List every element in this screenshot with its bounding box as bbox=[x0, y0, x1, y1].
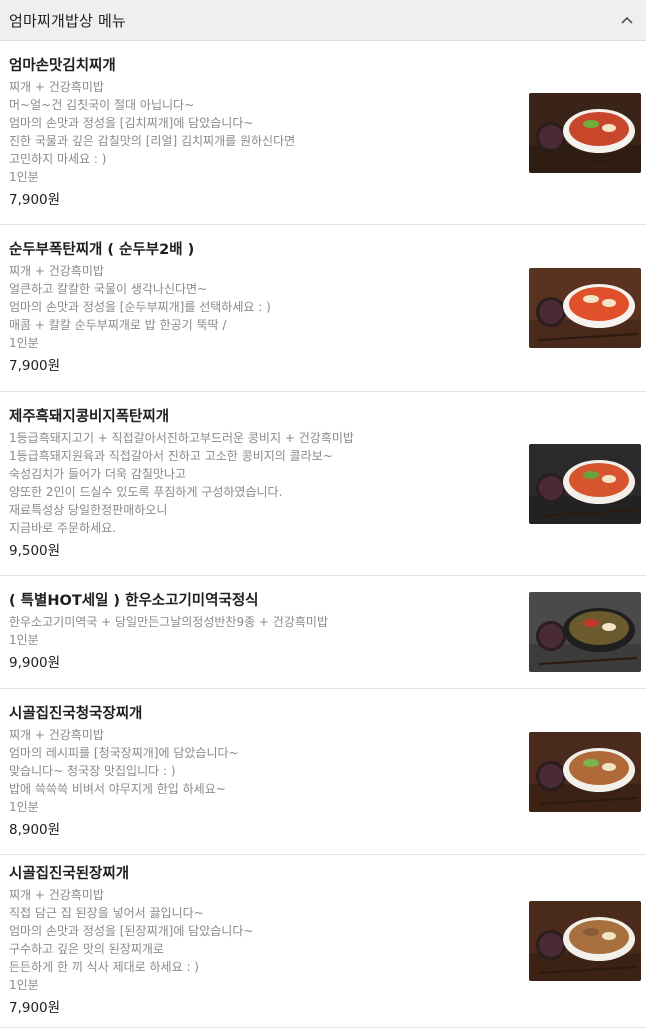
menu-item-description-line: 엄마의 레시피를 [청국장찌개]에 담았습니다~ bbox=[9, 745, 239, 760]
menu-item-price: 7,900원 bbox=[9, 1000, 61, 1016]
menu-item-photo[interactable] bbox=[529, 592, 641, 672]
menu-item-description-line: 맞습니다~ 청국장 맛집입니다 : ) bbox=[9, 763, 176, 778]
menu-item-photo[interactable] bbox=[529, 731, 641, 812]
menu-item[interactable]: 순두부폭탄찌개 ( 순두부2배 ) 찌개 + 건강흑미밥얼큰하고 칼칼한 국물이 … bbox=[0, 225, 646, 392]
menu-section-header[interactable]: 엄마찌개밥상 메뉴 bbox=[0, 0, 646, 41]
menu-item-description-line: 고민하지 마세요 : ) bbox=[9, 151, 107, 166]
menu-item-description-line: 1인분 bbox=[9, 978, 39, 992]
menu-item-description-line: 1등급흑돼지고기 + 직접갈아서진하고부드러운 콩비지 + 건강흑미밥 bbox=[9, 430, 354, 445]
menu-item-description-line: 1인분 bbox=[9, 336, 39, 350]
menu-item-description-line: 머~얼~건 김칫국이 절대 아닙니다~ bbox=[9, 97, 195, 112]
menu-item-price: 8,900원 bbox=[9, 821, 61, 838]
menu-item-price: 9,500원 bbox=[9, 542, 61, 559]
menu-item-description-line: 찌개 + 건강흑미밥 bbox=[9, 79, 104, 94]
menu-item-name: 시골집진국된장찌개 bbox=[9, 866, 130, 882]
menu-item-photo[interactable] bbox=[529, 92, 641, 173]
menu-item[interactable]: ( 특별HOT세일 ) 한우소고기미역국정식한우소고기미역국 + 당일만든그날의… bbox=[0, 576, 646, 689]
menu-item-body: 시골집진국된장찌개찌개 + 건강흑미밥직접 담근 집 된장을 넣어서 끓입니다~… bbox=[9, 864, 529, 1018]
menu-item-name: 시골집진국청국장찌개 bbox=[9, 705, 143, 722]
menu-item[interactable]: 시골집진국된장찌개찌개 + 건강흑미밥직접 담근 집 된장을 넣어서 끓입니다~… bbox=[0, 855, 646, 1028]
menu-item-description-line: 매콤 + 칼칼 순두부찌개로 밥 한공기 뚝딱 / bbox=[9, 318, 227, 332]
menu-section-title: 엄마찌개밥상 메뉴 bbox=[9, 11, 126, 30]
menu-item-name: 제주흑돼지콩비지폭탄찌개 bbox=[9, 408, 170, 425]
menu-item-description-line: 양또한 2인이 드실수 있도록 푸짐하게 구성하였습니다. bbox=[9, 484, 283, 499]
menu-item-body: 순두부폭탄찌개 ( 순두부2배 ) 찌개 + 건강흑미밥얼큰하고 칼칼한 국물이 … bbox=[9, 240, 529, 376]
menu-item-name: ( 특별HOT세일 ) 한우소고기미역국정식 bbox=[9, 593, 259, 609]
menu-item-description-line: 엄마의 손맛과 정성을 [김치찌개]에 담았습니다~ bbox=[9, 115, 254, 130]
menu-item-description-line: 한우소고기미역국 + 당일만든그날의정성반찬9종 + 건강흑미밥 bbox=[9, 615, 329, 629]
menu-item-description-line: 엄마의 손맛과 정성을 [순두부찌개]를 선택하세요 : ) bbox=[9, 300, 271, 314]
menu-item-body: ( 특별HOT세일 ) 한우소고기미역국정식한우소고기미역국 + 당일만든그날의… bbox=[9, 591, 529, 673]
menu-item-description-line: 찌개 + 건강흑미밥 bbox=[9, 888, 104, 902]
menu-item-body: 시골집진국청국장찌개찌개 + 건강흑미밥엄마의 레시피를 [청국장찌개]에 담았… bbox=[9, 704, 529, 840]
menu-item-name: 순두부폭탄찌개 ( 순두부2배 ) bbox=[9, 242, 195, 258]
chevron-up-icon[interactable] bbox=[618, 11, 636, 29]
menu-item[interactable]: 엄마손맛김치찌개찌개 + 건강흑미밥머~얼~건 김칫국이 절대 아닙니다~ 엄마의… bbox=[0, 41, 646, 225]
menu-item-description-line: 1인분 bbox=[9, 799, 39, 814]
menu-item-description-line: 1인분 bbox=[9, 633, 39, 647]
menu-item-body: 엄마손맛김치찌개찌개 + 건강흑미밥머~얼~건 김칫국이 절대 아닙니다~ 엄마의… bbox=[9, 56, 529, 210]
menu-item-description-line: 지금바로 주문하세요. bbox=[9, 520, 116, 535]
menu-item-description-line: 엄마의 손맛과 정성을 [된장찌개]에 담았습니다~ bbox=[9, 924, 254, 938]
menu-item-description-line: 구수하고 깊은 맛의 된장찌개로 bbox=[9, 942, 164, 956]
menu-item-description-line: 숙성김치가 들어가 더욱 감칠맛나고 bbox=[9, 466, 187, 481]
menu-item-description-line: 찌개 + 건강흑미밥 bbox=[9, 727, 104, 742]
menu-item-price: 9,900원 bbox=[9, 655, 61, 671]
menu-item-photo[interactable] bbox=[529, 901, 641, 981]
menu-item[interactable]: 시골집진국청국장찌개찌개 + 건강흑미밥엄마의 레시피를 [청국장찌개]에 담았… bbox=[0, 689, 646, 855]
menu-item-photo[interactable] bbox=[529, 268, 641, 348]
menu-item-price: 7,900원 bbox=[9, 358, 61, 374]
menu-item-name: 엄마손맛김치찌개 bbox=[9, 57, 116, 74]
menu-item-description-line: 얼큰하고 칼칼한 국물이 생각나신다면~ bbox=[9, 282, 208, 296]
menu-item-description-line: 재료특성상 당일한정판매하오니 bbox=[9, 502, 168, 517]
menu-item-description-line: 1등급흑돼지원육과 직접갈아서 진하고 고소한 콩비지의 콜라보~ bbox=[9, 448, 333, 463]
menu-item-description-line: 진한 국물과 깊은 감칠맛의 [리얼] 김치찌개를 원하신다면 bbox=[9, 133, 296, 148]
menu-item-description-line: 찌개 + 건강흑미밥 bbox=[9, 264, 104, 278]
menu-item-photo[interactable] bbox=[529, 443, 641, 524]
menu-item-description-line: 직접 담근 집 된장을 넣어서 끓입니다~ bbox=[9, 906, 204, 920]
menu-item[interactable]: 제주흑돼지콩비지폭탄찌개 1등급흑돼지고기 + 직접갈아서진하고부드러운 콩비지 … bbox=[0, 392, 646, 576]
menu-item-description-line: 든든하게 한 끼 식사 제대로 하세요 : ) bbox=[9, 960, 199, 974]
menu-item-description-line: 밥에 쓱쓱쓱 비벼서 야무지게 한입 하세요~ bbox=[9, 781, 226, 796]
menu-item-body: 제주흑돼지콩비지폭탄찌개 1등급흑돼지고기 + 직접갈아서진하고부드러운 콩비지 … bbox=[9, 407, 529, 561]
menu-list: 엄마손맛김치찌개 찌개 + 건강흑미밥 머~얼~건 김칫국이 절대 아닙니다~ 엄마의… bbox=[0, 41, 646, 1028]
menu-item-description-line: 1인분 bbox=[9, 169, 39, 184]
menu-item-price: 7,900원 bbox=[9, 191, 61, 208]
